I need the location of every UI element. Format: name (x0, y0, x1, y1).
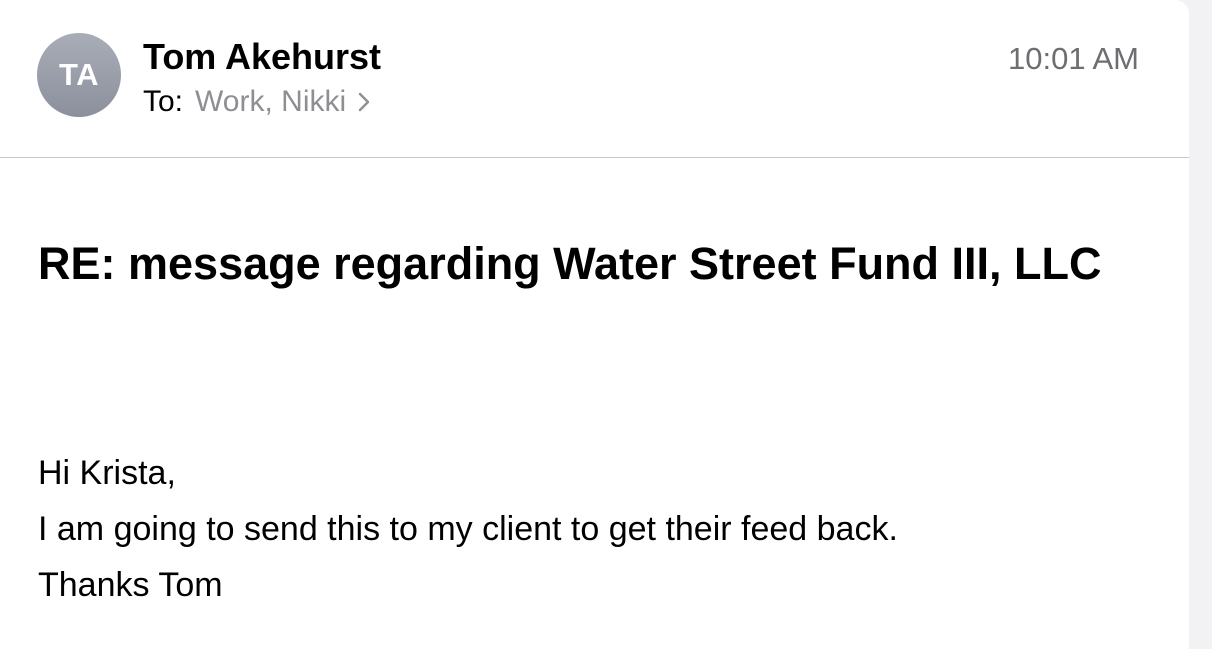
chevron-right-icon[interactable] (358, 92, 370, 112)
body-line: Hi Krista, (38, 454, 176, 492)
body-line: I am going to send this to my client to … (38, 510, 898, 548)
email-body: Hi Krista, I am going to send this to my… (38, 445, 1148, 613)
email-message-card: TA Tom Akehurst To: Work, Nikki 10:01 AM… (0, 0, 1189, 649)
body-line: Thanks Tom (38, 566, 223, 604)
recipients-list[interactable]: Work, Nikki (195, 84, 346, 120)
to-label: To: (143, 85, 184, 118)
message-time: 10:01 AM (1008, 41, 1139, 76)
email-header: TA Tom Akehurst To: Work, Nikki 10:01 AM (0, 0, 1189, 158)
avatar-initials: TA (58, 57, 100, 92)
sender-avatar[interactable]: TA (37, 33, 121, 117)
email-subject: RE: message regarding Water Street Fund … (38, 238, 1102, 289)
recipients-row[interactable]: To: Work, Nikki (143, 84, 370, 120)
sender-name[interactable]: Tom Akehurst (143, 37, 381, 77)
